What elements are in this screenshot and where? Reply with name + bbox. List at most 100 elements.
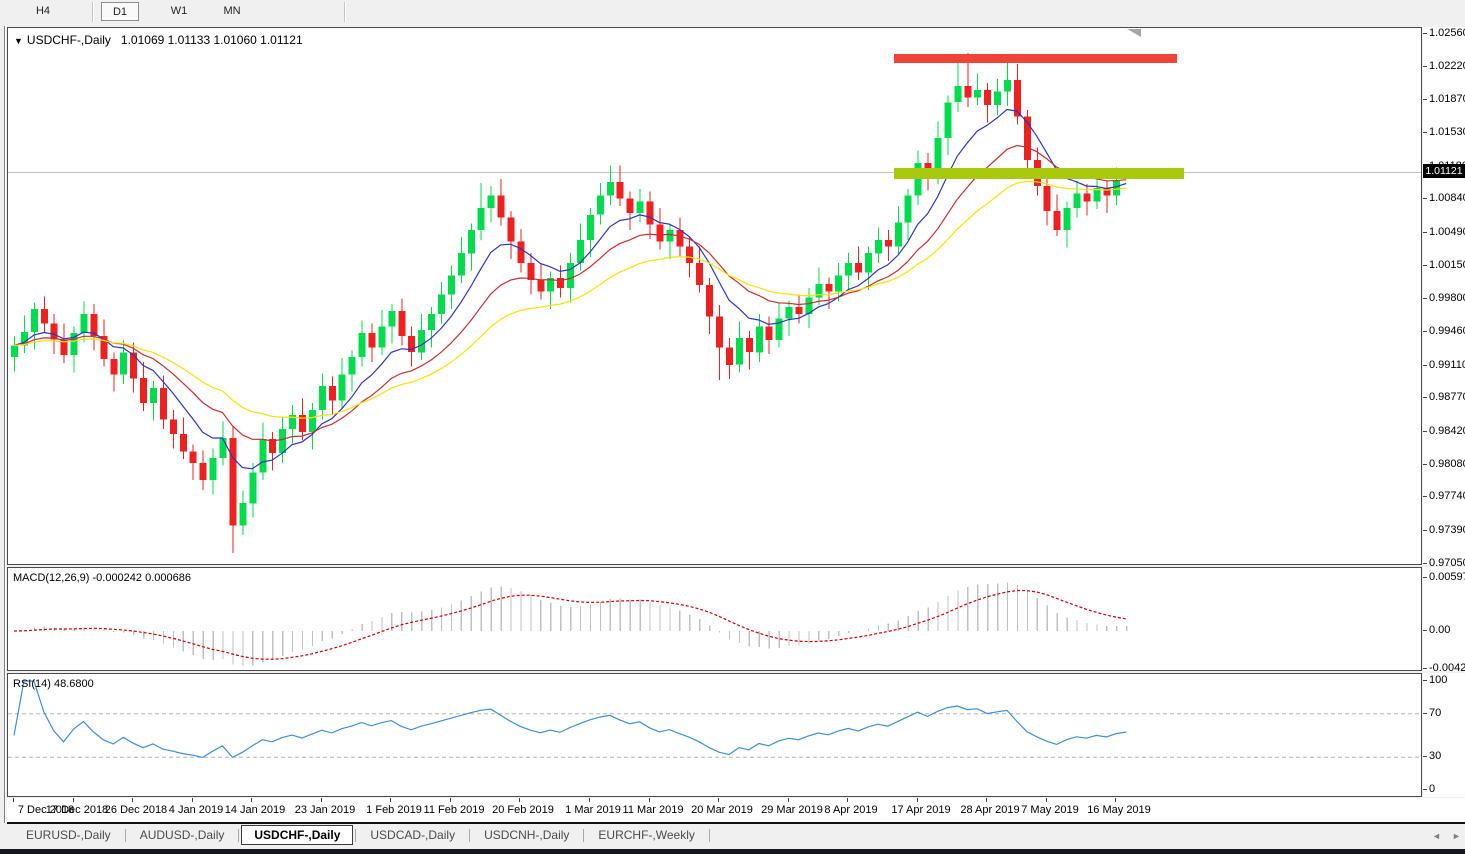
date-tick <box>718 798 719 802</box>
date-axis[interactable]: 7 Dec 2018 17 Dec 2018 26 Dec 2018 4 Jan 20… <box>7 798 1465 824</box>
tab-eurchf-weekly[interactable]: EURCHF-,Weekly <box>586 826 706 844</box>
date-tick <box>917 798 918 802</box>
rsi-value: 48.6800 <box>53 678 94 690</box>
status-strip <box>0 849 1465 854</box>
date-tick <box>73 798 74 802</box>
axis-tick <box>1423 431 1427 432</box>
axis-tick <box>1423 198 1427 199</box>
toolbar-separator <box>92 2 93 22</box>
support-zone <box>893 168 1184 180</box>
tab-separator <box>469 828 471 842</box>
axis-tick <box>1423 33 1427 34</box>
chart-dropdown-icon[interactable]: ▼ <box>14 36 23 46</box>
axis-tick-label: 0.00 <box>1429 624 1451 636</box>
axis-tick-label: 0.99800 <box>1429 292 1465 304</box>
axis-tick <box>1423 232 1427 233</box>
tab-usdcnh-daily[interactable]: USDCNH-,Daily <box>472 826 581 844</box>
current-price-badge: 1.01121 <box>1423 164 1465 178</box>
date-tick <box>788 798 789 802</box>
date-tick <box>13 798 14 802</box>
tab-separator <box>708 828 710 842</box>
date-tick <box>251 798 252 802</box>
date-tick-label: 20 Feb 2019 <box>492 804 554 816</box>
axis-tick-label: 0.97740 <box>1429 490 1465 502</box>
axis-tick <box>1423 713 1427 714</box>
rsi-label: RSI(14) 48.6800 <box>13 678 94 690</box>
macd-label: MACD(12,26,9) -0.000242 0.000686 <box>13 572 191 584</box>
date-tick-label: 20 Mar 2019 <box>691 804 753 816</box>
axis-tick-label: 1.02560 <box>1429 27 1465 39</box>
toolbar-separator <box>344 2 345 22</box>
axis-tick-label: 1.00150 <box>1429 259 1465 271</box>
date-tick <box>450 798 451 802</box>
timeframe-w1-button[interactable]: W1 <box>160 2 198 21</box>
date-tick-label: 23 Jan 2019 <box>294 804 356 816</box>
tab-separator <box>238 828 240 842</box>
axis-tick <box>1423 331 1427 332</box>
date-tick-label: 16 May 2019 <box>1087 804 1151 816</box>
axis-tick <box>1423 756 1427 757</box>
axis-tick-label: 0.97390 <box>1429 524 1465 536</box>
date-tick <box>192 798 193 802</box>
axis-tick-label: 1.00840 <box>1429 192 1465 204</box>
axis-tick <box>1423 789 1427 790</box>
axis-tick <box>1423 66 1427 67</box>
macd-chart[interactable] <box>8 568 1421 670</box>
date-tick-label: 17 Apr 2019 <box>891 804 951 816</box>
macd-indicator-panel[interactable]: MACD(12,26,9) -0.000242 0.000686 <box>7 567 1422 671</box>
chart-ohlc-values: 1.01069 1.01133 1.01060 1.01121 <box>120 33 303 47</box>
axis-tick-label: 0.00597 <box>1429 571 1465 583</box>
tab-usdchf-daily[interactable]: USDCHF-,Daily <box>241 825 354 845</box>
axis-tick-label: 100 <box>1429 674 1448 686</box>
chart-symbol-label: USDCHF-,Daily <box>26 33 111 47</box>
axis-tick <box>1423 630 1427 631</box>
date-tick <box>1046 798 1047 802</box>
axis-tick <box>1423 365 1427 366</box>
axis-tick <box>1423 298 1427 299</box>
axis-tick-label: 70 <box>1429 707 1442 719</box>
candlestick-chart[interactable] <box>8 28 1421 564</box>
date-tick-label: 11 Feb 2019 <box>423 804 485 816</box>
tab-usdcad-daily[interactable]: USDCAD-,Daily <box>358 826 467 844</box>
date-tick <box>847 798 848 802</box>
timeframe-h4-button[interactable]: H4 <box>24 2 62 21</box>
date-tick <box>986 798 987 802</box>
axis-tick <box>1423 577 1427 578</box>
tab-audusd-daily[interactable]: AUDUSD-,Daily <box>128 826 237 844</box>
timeframe-toolbar: H4 D1 W1 MN <box>0 0 1465 25</box>
timeframe-d1-button[interactable]: D1 <box>101 2 139 21</box>
tab-separator <box>583 828 585 842</box>
axis-tick-label: 0.99460 <box>1429 325 1465 337</box>
axis-tick-label: 0.98770 <box>1429 391 1465 403</box>
axis-tick <box>1423 464 1427 465</box>
axis-tick-label: 30 <box>1429 750 1442 762</box>
tab-eurusd-daily[interactable]: EURUSD-,Daily <box>14 826 123 844</box>
tab-scroll-right-icon[interactable]: ► <box>1452 831 1461 841</box>
date-tick <box>132 798 133 802</box>
axis-tick <box>1423 132 1427 133</box>
axis-tick-label: -0.004243 <box>1429 662 1465 674</box>
rsi-axis[interactable] <box>1423 673 1465 797</box>
axis-tick <box>1423 99 1427 100</box>
axis-tick-label: 1.01870 <box>1429 93 1465 105</box>
axis-tick-label: 0.98080 <box>1429 458 1465 470</box>
macd-values: -0.000242 0.000686 <box>92 572 191 584</box>
axis-tick-label: 1.00490 <box>1429 226 1465 238</box>
timeframe-mn-button[interactable]: MN <box>213 2 251 21</box>
axis-tick <box>1423 397 1427 398</box>
date-tick <box>321 798 322 802</box>
date-tick <box>589 798 590 802</box>
axis-tick <box>1423 496 1427 497</box>
axis-tick <box>1423 530 1427 531</box>
axis-tick-label: 0.98420 <box>1429 425 1465 437</box>
price-chart-panel[interactable]: ▼ USDCHF-,Daily 1.01069 1.01133 1.01060 1.… <box>7 27 1422 565</box>
axis-tick <box>1423 680 1427 681</box>
rsi-indicator-panel[interactable]: RSI(14) 48.6800 <box>7 673 1422 797</box>
date-tick <box>1115 798 1116 802</box>
tab-scroll-left-icon[interactable]: ◄ <box>1432 831 1441 841</box>
axis-tick-label: 0 <box>1429 783 1436 795</box>
axis-tick-label: 0.99110 <box>1429 359 1465 371</box>
axis-tick-label: 0.97050 <box>1429 557 1465 569</box>
axis-tick <box>1423 563 1427 564</box>
rsi-chart[interactable] <box>8 674 1421 796</box>
